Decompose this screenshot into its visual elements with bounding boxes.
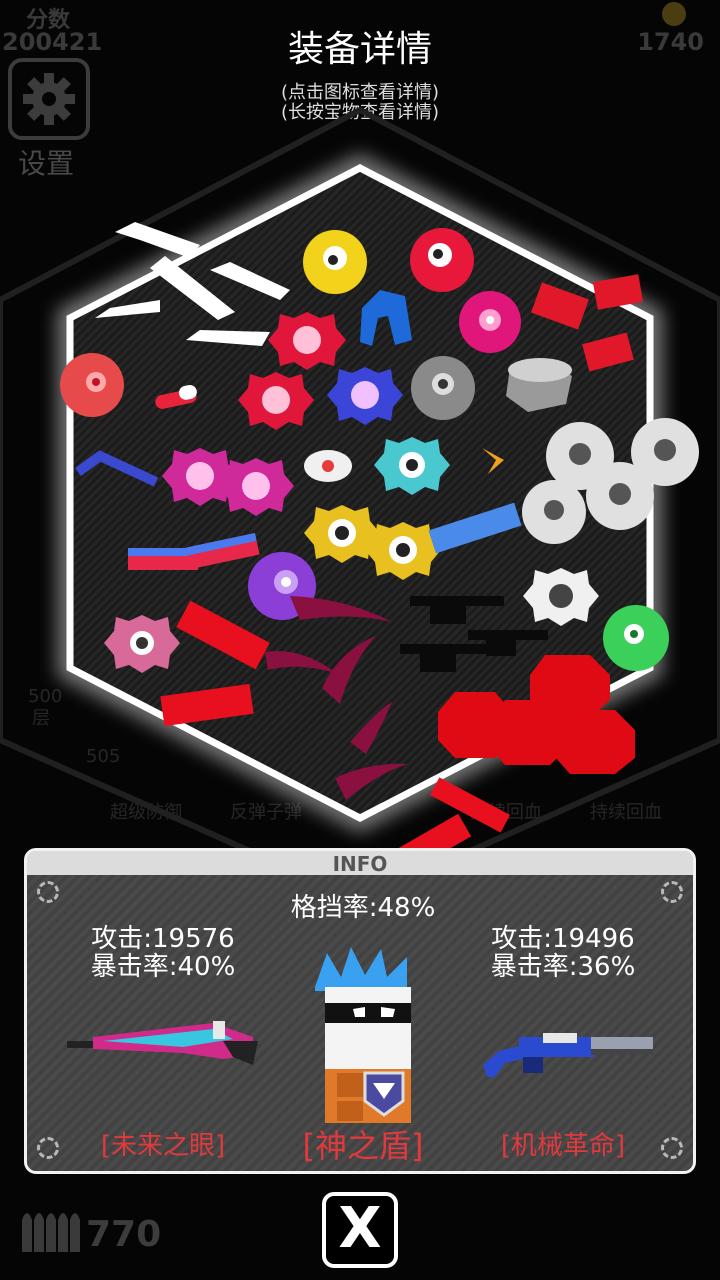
right-weapon-attack: 攻击:19496 (491, 924, 635, 954)
left-weapon-crit: 暴击率:40% (90, 952, 236, 982)
info-panel: INFO 格挡率:48% 攻击:19576 暴击率:40% 攻击:19496 暴… (24, 848, 696, 1174)
close-button[interactable]: X (322, 1192, 398, 1268)
left-weapon-attack: 攻击:19576 (91, 924, 235, 954)
magenta-ring-icon[interactable] (459, 291, 521, 353)
red-gear-icon[interactable] (238, 372, 314, 430)
ammo-count: 770 (86, 1214, 162, 1255)
yellow-ring-icon[interactable] (303, 230, 367, 294)
corner-bolt-icon (661, 1137, 683, 1159)
bullets-icon (22, 1213, 80, 1252)
left-weapon-rifle-icon[interactable] (63, 1019, 263, 1069)
hero-character-avatar (315, 947, 411, 1123)
block-rate-text: 格挡率:48% (290, 893, 436, 923)
pink-gear-icon[interactable] (104, 615, 180, 673)
magenta-gear-icon[interactable] (218, 458, 294, 516)
eyeball-icon[interactable] (304, 450, 352, 482)
right-weapon-shotgun-icon[interactable] (483, 1015, 663, 1081)
right-weapon-crit: 暴击率:36% (490, 952, 636, 982)
right-weapon-name: [机械革命] (500, 1131, 626, 1161)
corner-bolt-icon (37, 1137, 59, 1159)
right-weapon-stats: 攻击:19496 暴击率:36% (453, 925, 673, 981)
info-title: INFO (332, 852, 388, 876)
left-weapon-name: [未来之眼] (100, 1131, 226, 1161)
teal-gear-icon[interactable] (374, 437, 450, 495)
green-ring-icon[interactable] (603, 605, 669, 671)
center-item-name: [神之盾] (302, 1127, 424, 1165)
left-weapon-stats: 攻击:19576 暴击率:40% (53, 925, 273, 981)
red-gear-icon[interactable] (268, 312, 346, 370)
blue-gear-icon[interactable] (327, 367, 403, 425)
red-ring-left-icon[interactable] (60, 353, 124, 417)
gray-ring-icon[interactable] (411, 356, 475, 420)
white-gear-icon[interactable] (523, 568, 599, 626)
info-header: INFO (27, 851, 693, 876)
red-ring-icon[interactable] (410, 228, 474, 292)
